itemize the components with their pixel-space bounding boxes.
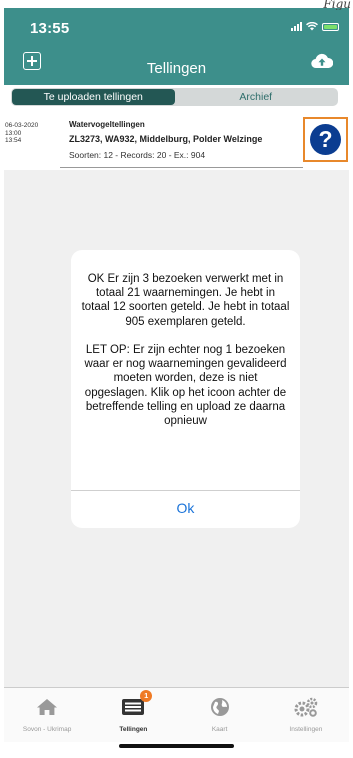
row-location: ZL3273, WA932, Middelburg, Polder Welzin… bbox=[69, 134, 263, 144]
row-end-time: 13:54 bbox=[5, 137, 22, 144]
gears-icon bbox=[293, 697, 319, 717]
tab-tellingen[interactable]: 1 Tellingen bbox=[90, 688, 176, 742]
globe-icon bbox=[207, 697, 233, 717]
ok-button[interactable]: Ok bbox=[71, 492, 300, 528]
tab-kaart[interactable]: Kaart bbox=[177, 688, 263, 742]
tab-label: Instellingen bbox=[289, 726, 323, 733]
question-circle-icon[interactable]: ? bbox=[310, 124, 341, 155]
tab-te-uploaden[interactable]: Te uploaden tellingen bbox=[12, 89, 175, 105]
help-button[interactable]: ? bbox=[303, 117, 348, 162]
tab-bar: Sovon - Ukrimap 1 Tellingen Kaart Instel… bbox=[4, 687, 349, 742]
cloud-upload-icon[interactable] bbox=[311, 52, 333, 70]
home-icon bbox=[34, 697, 60, 717]
tab-label: Tellingen bbox=[119, 726, 148, 733]
tab-instellingen[interactable]: Instellingen bbox=[263, 688, 349, 742]
dialog-divider bbox=[71, 490, 300, 491]
figure-caption: Figu bbox=[323, 0, 351, 10]
page-title: Tellingen bbox=[146, 60, 207, 77]
segmented-control: Te uploaden tellingen Archief bbox=[11, 88, 338, 106]
app-header: 13:55 Tellingen bbox=[4, 8, 349, 85]
home-indicator bbox=[119, 744, 234, 748]
row-divider bbox=[60, 167, 303, 168]
alert-dialog: OK Er zijn 3 bezoeken verwerkt met in to… bbox=[71, 250, 300, 528]
list-item[interactable]: 06-03-2020 13:00 13:54 Watervogeltelling… bbox=[5, 117, 300, 167]
notification-badge: 1 bbox=[140, 690, 153, 702]
row-dates: 06-03-2020 13:00 13:54 bbox=[5, 122, 38, 145]
tab-sovon[interactable]: Sovon - Ukrimap bbox=[4, 688, 90, 742]
battery-icon bbox=[322, 22, 339, 31]
row-date: 06-03-2020 bbox=[5, 122, 39, 129]
status-time: 13:55 bbox=[30, 20, 70, 37]
row-stats: Soorten: 12 - Records: 20 - Ex.: 904 bbox=[69, 150, 206, 160]
row-title: Watervogeltellingen bbox=[69, 120, 145, 129]
tab-archief[interactable]: Archief bbox=[175, 89, 338, 105]
row-start-time: 13:00 bbox=[5, 129, 22, 137]
tab-label: Kaart bbox=[211, 726, 228, 733]
tab-label: Sovon - Ukrimap bbox=[22, 726, 72, 733]
status-icons bbox=[291, 22, 339, 31]
signal-icon bbox=[291, 22, 302, 31]
wifi-icon bbox=[306, 22, 318, 31]
dialog-message: OK Er zijn 3 bezoeken verwerkt met in to… bbox=[81, 273, 290, 428]
